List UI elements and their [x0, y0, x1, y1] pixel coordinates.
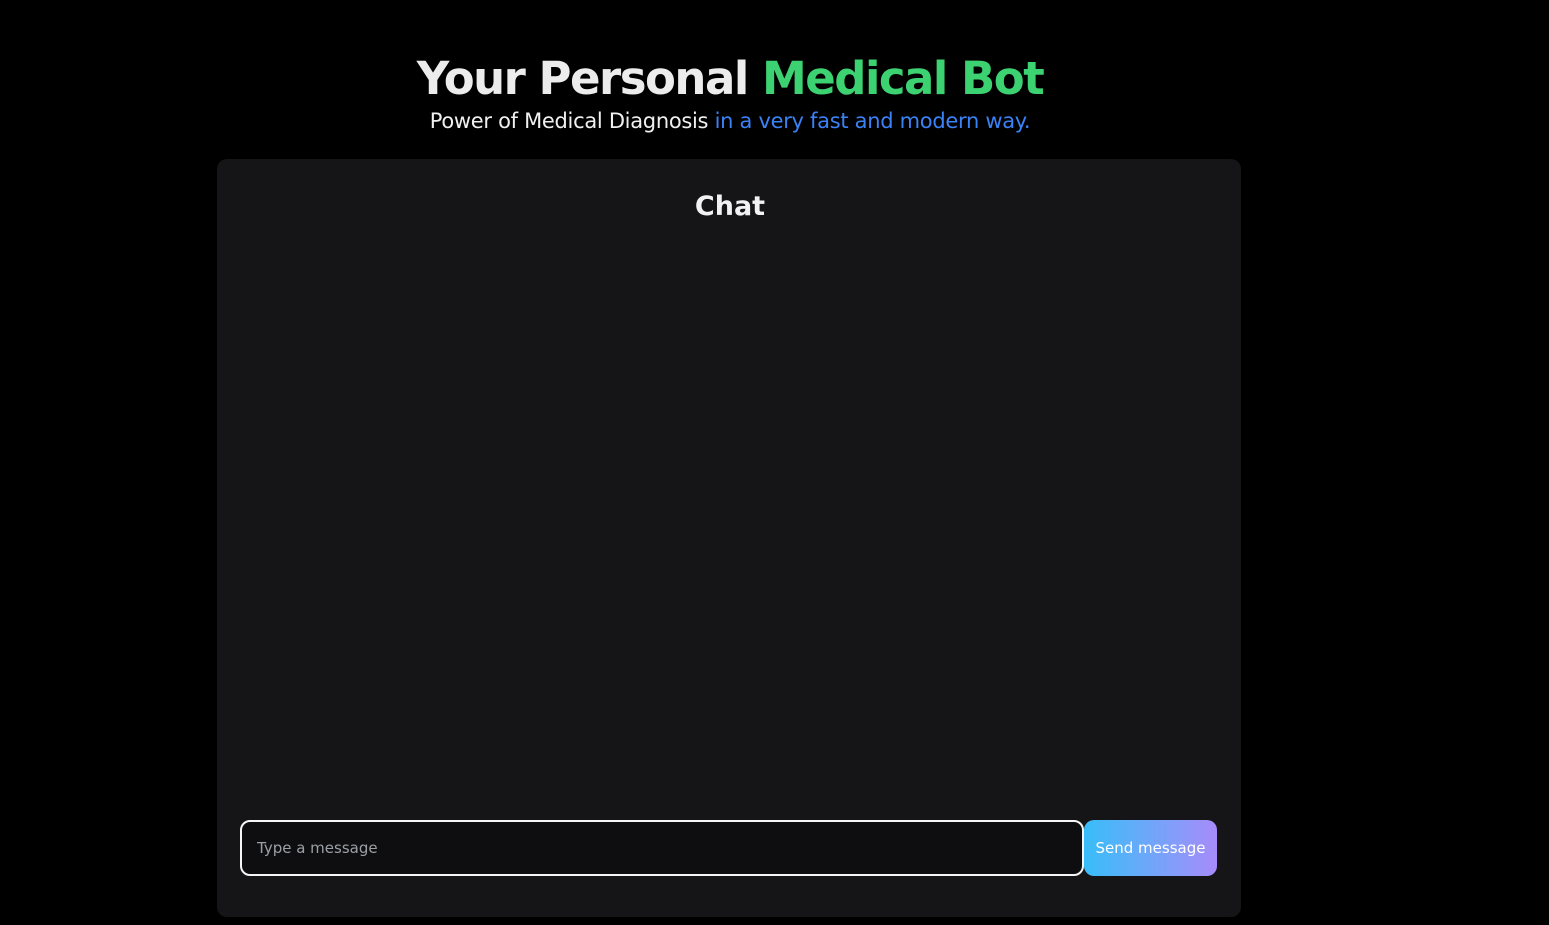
title-main: Your Personal	[416, 52, 750, 105]
send-message-button[interactable]: Send message	[1084, 820, 1217, 876]
chat-card	[217, 159, 1241, 917]
chat-title: Chat	[694, 191, 766, 222]
title-accent: Medical Bot	[761, 52, 1045, 105]
message-input[interactable]	[240, 820, 1084, 876]
page-title: Your Personal Medical Bot	[0, 50, 1460, 108]
message-composer: Send message	[240, 820, 1217, 876]
page-header: Your Personal Medical Bot Power of Medic…	[0, 50, 1460, 134]
subtitle-accent: in a very fast and modern way.	[714, 109, 1031, 133]
page-subtitle: Power of Medical Diagnosis in a very fas…	[0, 108, 1460, 134]
subtitle-main: Power of Medical Diagnosis	[429, 109, 709, 133]
chat-messages-area[interactable]	[241, 239, 1217, 879]
